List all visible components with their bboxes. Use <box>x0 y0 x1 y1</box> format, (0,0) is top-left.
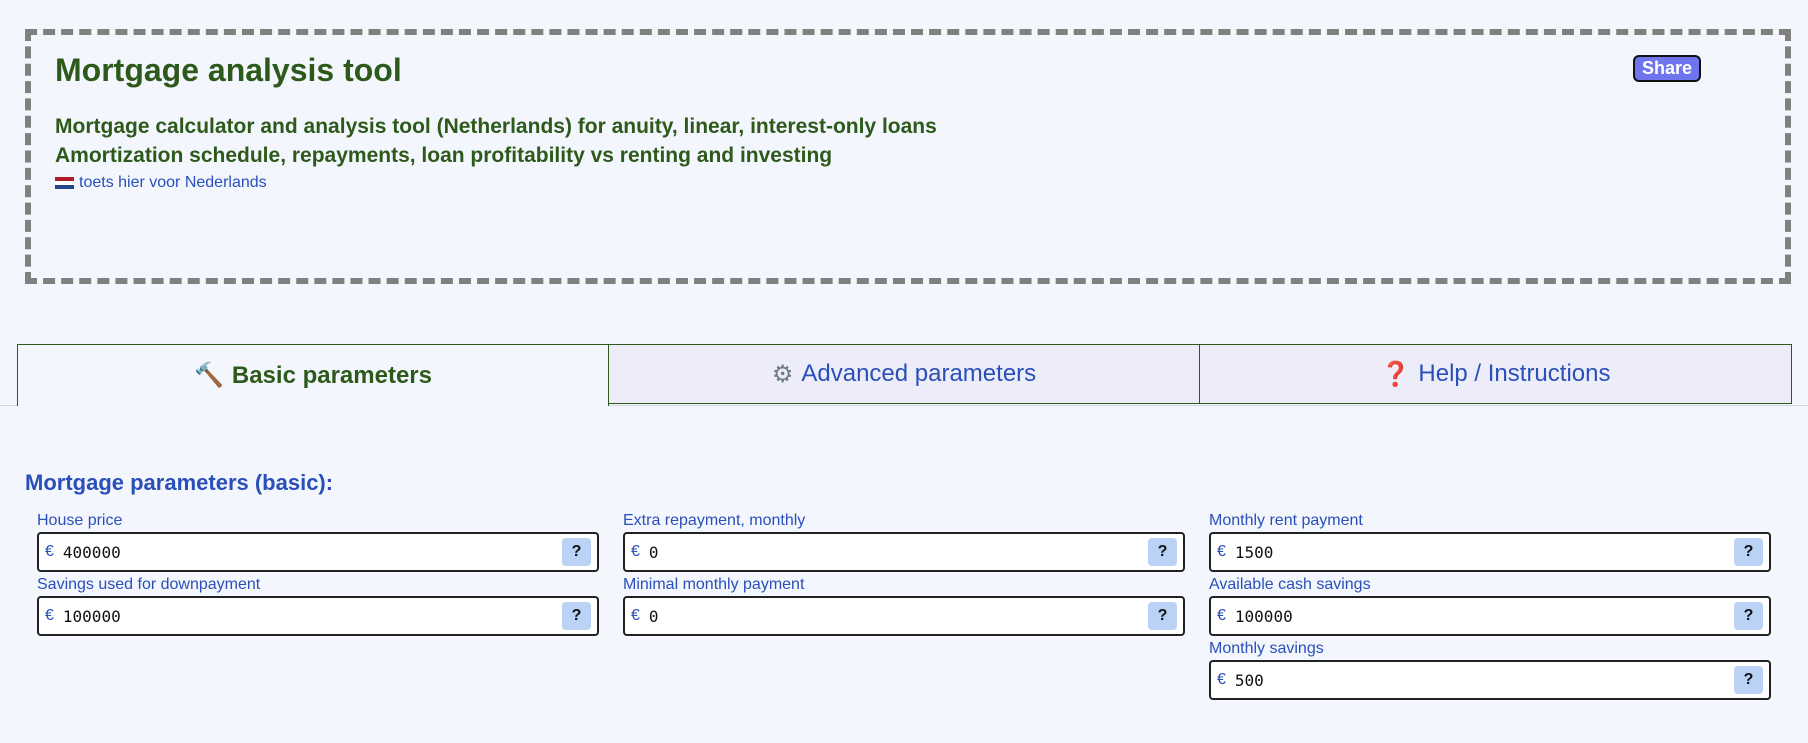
minimal-payment-label: Minimal monthly payment <box>623 576 805 593</box>
minimal-payment-help-button[interactable]: ? <box>1148 602 1177 630</box>
extra-repayment-label: Extra repayment, monthly <box>623 512 806 529</box>
monthly-rent-input[interactable] <box>1234 542 1734 562</box>
monthly-savings-label: Monthly savings <box>1209 640 1324 657</box>
savings-downpayment-help-button[interactable]: ? <box>562 602 591 630</box>
monthly-rent-label: Monthly rent payment <box>1209 512 1363 529</box>
tab-help-instructions[interactable]: ❓ Help / Instructions <box>1199 344 1792 404</box>
euro-icon: € <box>1217 671 1226 688</box>
tab-help-instructions-label: Help / Instructions <box>1418 360 1611 387</box>
language-link[interactable]: toets hier voor Nederlands <box>55 174 267 192</box>
cash-savings-input-wrapper: € ? <box>1209 596 1771 636</box>
savings-downpayment-label: Savings used for downpayment <box>37 576 261 593</box>
euro-icon: € <box>631 607 640 624</box>
savings-downpayment-input-wrapper: € ? <box>37 596 599 636</box>
cash-savings-input[interactable] <box>1234 606 1734 626</box>
netherlands-flag-icon <box>55 176 74 190</box>
tab-advanced-parameters[interactable]: ⚙ Advanced parameters <box>608 344 1200 404</box>
tab-basic-parameters-label: Basic parameters <box>231 361 432 389</box>
cash-savings-help-button[interactable]: ? <box>1734 602 1763 630</box>
monthly-savings-input[interactable] <box>1234 670 1734 690</box>
page-subtitle-line2: Amortization schedule, repayments, loan … <box>55 144 833 167</box>
monthly-savings-input-wrapper: € ? <box>1209 660 1771 700</box>
euro-icon: € <box>1217 607 1226 624</box>
section-title: Mortgage parameters (basic): <box>25 470 334 495</box>
cash-savings-field: Available cash savings € ? <box>1209 576 1771 636</box>
question-icon: ❓ <box>1380 360 1411 388</box>
language-link-label: toets hier voor Nederlands <box>79 174 267 191</box>
monthly-rent-help-button[interactable]: ? <box>1734 538 1763 566</box>
euro-icon: € <box>1217 543 1226 560</box>
monthly-savings-field: Monthly savings € ? <box>1209 640 1771 700</box>
euro-icon: € <box>45 607 54 624</box>
minimal-payment-input[interactable] <box>648 606 1148 626</box>
tab-basic-parameters[interactable]: 🔨 Basic parameters <box>17 344 609 406</box>
savings-downpayment-input[interactable] <box>62 606 562 626</box>
minimal-payment-input-wrapper: € ? <box>623 596 1185 636</box>
house-price-input-wrapper: € ? <box>37 532 599 572</box>
monthly-rent-input-wrapper: € ? <box>1209 532 1771 572</box>
page-title: Mortgage analysis tool <box>55 52 402 88</box>
gear-icon: ⚙ <box>771 360 794 388</box>
extra-repayment-input[interactable] <box>648 542 1148 562</box>
house-price-help-button[interactable]: ? <box>562 538 591 566</box>
house-price-input[interactable] <box>62 542 562 562</box>
euro-icon: € <box>631 543 640 560</box>
house-price-label: House price <box>37 512 123 529</box>
house-price-field: House price € ? <box>37 512 599 572</box>
extra-repayment-field: Extra repayment, monthly € ? <box>623 512 1185 572</box>
monthly-savings-help-button[interactable]: ? <box>1734 666 1763 694</box>
cash-savings-label: Available cash savings <box>1209 576 1371 593</box>
hammer-icon: 🔨 <box>193 362 224 389</box>
share-button[interactable]: Share <box>1633 55 1701 82</box>
monthly-rent-field: Monthly rent payment € ? <box>1209 512 1771 572</box>
extra-repayment-help-button[interactable]: ? <box>1148 538 1177 566</box>
euro-icon: € <box>45 543 54 560</box>
tab-advanced-parameters-label: Advanced parameters <box>801 360 1037 387</box>
page-subtitle-line1: Mortgage calculator and analysis tool (N… <box>55 115 937 138</box>
extra-repayment-input-wrapper: € ? <box>623 532 1185 572</box>
minimal-payment-field: Minimal monthly payment € ? <box>623 576 1185 636</box>
savings-downpayment-field: Savings used for downpayment € ? <box>37 576 599 636</box>
